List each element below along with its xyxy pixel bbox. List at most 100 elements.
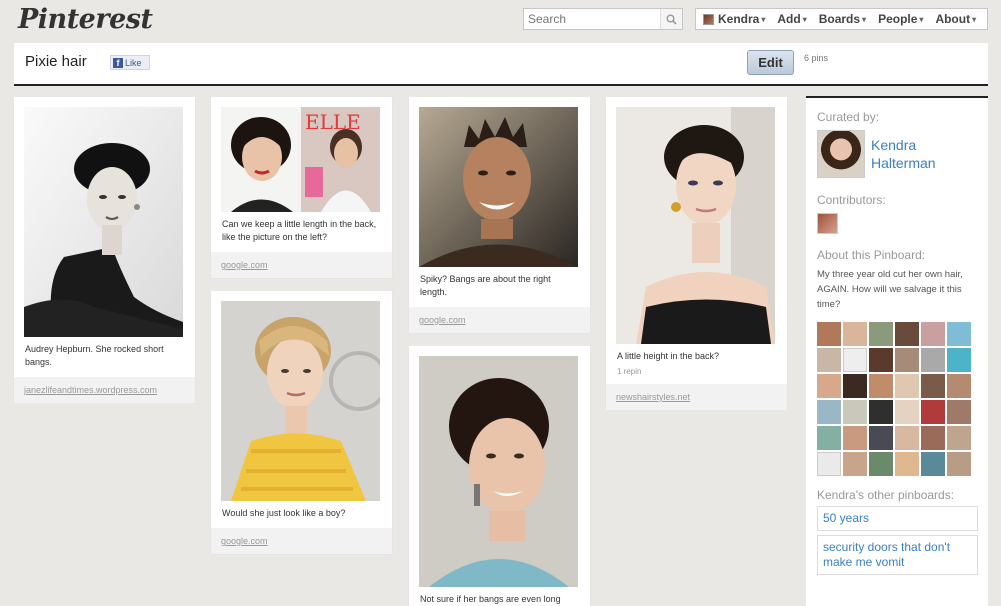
chevron-down-icon: ▾ xyxy=(972,14,977,24)
curator-last-name: Halterman xyxy=(871,155,936,171)
nav-about-menu[interactable]: About ▾ xyxy=(929,12,982,26)
follower-avatar[interactable] xyxy=(869,374,893,398)
nav-boards-menu[interactable]: Boards ▾ xyxy=(813,12,872,26)
pin-description: Would she just look like a boy? xyxy=(222,508,346,518)
follower-avatar[interactable] xyxy=(947,400,971,424)
header-divider xyxy=(14,84,988,86)
about-label: About this Pinboard: xyxy=(817,248,926,262)
follower-avatar[interactable] xyxy=(947,322,971,346)
nav-user-menu[interactable]: Kendra ▾ xyxy=(696,12,771,26)
pin-image[interactable] xyxy=(419,356,578,587)
top-bar: Pinterest Kendra ▾ Add ▾ Boards ▾ People… xyxy=(0,0,1001,40)
curator-avatar[interactable] xyxy=(817,130,865,178)
pinterest-logo[interactable]: Pinterest xyxy=(18,4,153,35)
follower-avatar[interactable] xyxy=(817,374,841,398)
edit-board-button[interactable]: Edit xyxy=(747,50,794,75)
nav-add-label: Add xyxy=(777,12,801,26)
main-nav: Kendra ▾ Add ▾ Boards ▾ People ▾ About ▾ xyxy=(695,8,988,30)
follower-avatar[interactable] xyxy=(817,348,841,372)
nav-user-label: Kendra xyxy=(718,12,760,26)
follower-avatar[interactable] xyxy=(869,426,893,450)
pin-card[interactable]: ELLE Can we keep a little length in the … xyxy=(211,97,392,278)
pin-source-link[interactable]: janezlifeandtimes.wordpress.com xyxy=(14,377,195,403)
follower-avatar[interactable] xyxy=(895,426,919,450)
search-box[interactable] xyxy=(523,8,683,30)
elle-magazine-logo: ELLE xyxy=(305,110,361,134)
chevron-down-icon: ▾ xyxy=(919,14,924,24)
follower-avatar[interactable] xyxy=(869,400,893,424)
repin-count: 1 repin xyxy=(617,367,642,376)
pin-description: Can we keep a little length in the back,… xyxy=(222,219,377,242)
pin-description: Not sure if her bangs are even long xyxy=(420,594,561,604)
follower-avatar[interactable] xyxy=(895,348,919,372)
board-sidebar: Curated by: Kendra Halterman Contributor… xyxy=(806,96,988,606)
contributor-avatar[interactable] xyxy=(817,213,838,234)
follower-avatar[interactable] xyxy=(947,374,971,398)
pin-description: Audrey Hepburn. She rocked short bangs. xyxy=(25,344,164,367)
follower-avatar[interactable] xyxy=(947,426,971,450)
follower-avatar[interactable] xyxy=(869,452,893,476)
follower-avatar[interactable] xyxy=(921,426,945,450)
pin-card[interactable]: Audrey Hepburn. She rocked short bangs. … xyxy=(14,97,195,403)
follower-avatar[interactable] xyxy=(869,348,893,372)
pin-source-link[interactable]: google.com xyxy=(409,307,590,333)
pin-card[interactable]: Not sure if her bangs are even long xyxy=(409,346,590,606)
follower-avatar[interactable] xyxy=(817,452,841,476)
pin-count: 6 pins xyxy=(804,53,829,63)
chevron-down-icon: ▾ xyxy=(802,14,807,24)
follower-avatar[interactable] xyxy=(921,348,945,372)
facebook-like-button[interactable]: f Like xyxy=(110,55,150,70)
curator[interactable]: Kendra Halterman xyxy=(817,130,978,178)
follower-avatar[interactable] xyxy=(895,374,919,398)
follower-avatar[interactable] xyxy=(895,452,919,476)
other-board-link[interactable]: security doors that don't make me vomit xyxy=(817,535,978,575)
search-button[interactable] xyxy=(660,9,682,29)
follower-avatar[interactable] xyxy=(817,400,841,424)
follower-avatar[interactable] xyxy=(817,322,841,346)
follower-avatar[interactable] xyxy=(843,374,867,398)
pin-image[interactable] xyxy=(419,107,578,267)
follower-avatar[interactable] xyxy=(843,322,867,346)
like-label: Like xyxy=(125,57,142,68)
follower-avatar[interactable] xyxy=(921,322,945,346)
follower-avatar[interactable] xyxy=(895,322,919,346)
pin-source-link[interactable]: google.com xyxy=(211,528,392,554)
board-title: Pixie hair xyxy=(25,53,87,70)
curated-by-label: Curated by: xyxy=(817,110,880,124)
follower-avatar-grid xyxy=(817,322,978,476)
pin-source-link[interactable]: google.com xyxy=(211,252,392,278)
facebook-icon: f xyxy=(113,57,123,68)
other-board-link[interactable]: 50 years xyxy=(817,506,978,531)
follower-avatar[interactable] xyxy=(843,348,867,372)
search-input[interactable] xyxy=(524,9,660,29)
chevron-down-icon: ▾ xyxy=(862,14,867,24)
follower-avatar[interactable] xyxy=(947,452,971,476)
pin-image[interactable] xyxy=(616,107,775,344)
pin-image[interactable] xyxy=(24,107,183,337)
nav-people-menu[interactable]: People ▾ xyxy=(872,12,929,26)
curator-name[interactable]: Kendra Halterman xyxy=(871,130,936,178)
follower-avatar[interactable] xyxy=(921,400,945,424)
nav-boards-label: Boards xyxy=(818,12,861,26)
contributors-label: Contributors: xyxy=(817,193,886,207)
follower-avatar[interactable] xyxy=(843,452,867,476)
pin-card[interactable]: Would she just look like a boy? google.c… xyxy=(211,291,392,554)
pin-card[interactable]: A little height in the back? 1 repin new… xyxy=(606,97,787,410)
pin-source-link[interactable]: newshairstyles.net xyxy=(606,384,787,410)
follower-avatar[interactable] xyxy=(817,426,841,450)
nav-about-label: About xyxy=(935,12,971,26)
other-pinboards-label: Kendra's other pinboards: xyxy=(817,488,955,502)
follower-avatar[interactable] xyxy=(895,400,919,424)
nav-add-menu[interactable]: Add ▾ xyxy=(771,12,812,26)
follower-avatar[interactable] xyxy=(843,400,867,424)
chevron-down-icon: ▾ xyxy=(761,14,766,24)
follower-avatar[interactable] xyxy=(869,322,893,346)
follower-avatar[interactable] xyxy=(921,452,945,476)
pin-card[interactable]: Spiky? Bangs are about the right length.… xyxy=(409,97,590,333)
user-avatar-icon xyxy=(703,13,714,25)
pin-image[interactable]: ELLE xyxy=(221,107,380,212)
follower-avatar[interactable] xyxy=(843,426,867,450)
pin-image[interactable] xyxy=(221,301,380,501)
follower-avatar[interactable] xyxy=(921,374,945,398)
follower-avatar[interactable] xyxy=(947,348,971,372)
